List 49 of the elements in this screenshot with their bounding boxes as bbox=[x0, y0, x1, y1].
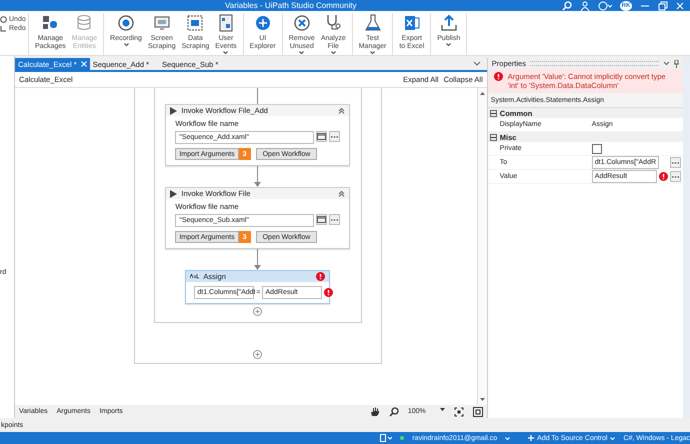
chevron-down-icon bbox=[610, 436, 616, 440]
chevron-down-icon bbox=[223, 51, 228, 54]
online-status-dot bbox=[400, 436, 404, 440]
scroll-up-icon[interactable] bbox=[480, 92, 485, 95]
hand-icon[interactable] bbox=[370, 406, 380, 416]
collapse-icon[interactable] bbox=[490, 110, 497, 116]
vertical-scrollbar[interactable] bbox=[476, 88, 487, 405]
close-icon[interactable] bbox=[676, 0, 684, 10]
connector-arrow bbox=[254, 166, 262, 187]
scroll-down-icon[interactable] bbox=[480, 398, 485, 401]
plus-icon bbox=[528, 435, 534, 441]
record-icon bbox=[116, 13, 136, 33]
chevron-down-icon bbox=[330, 51, 336, 54]
fit-screen-icon[interactable] bbox=[454, 406, 464, 416]
add-activity-icon[interactable] bbox=[253, 307, 262, 316]
close-icon[interactable] bbox=[80, 61, 87, 67]
folder-button[interactable] bbox=[316, 214, 328, 225]
browse-button[interactable] bbox=[329, 131, 340, 142]
chevron-down-icon[interactable] bbox=[663, 61, 670, 66]
chevron-down-icon bbox=[124, 43, 128, 46]
browse-button[interactable] bbox=[670, 157, 682, 168]
collapse-icon[interactable] bbox=[490, 134, 497, 140]
folder-button[interactable] bbox=[316, 131, 328, 142]
error-icon bbox=[494, 72, 503, 81]
play-icon bbox=[170, 106, 178, 114]
browse-button[interactable] bbox=[329, 214, 340, 225]
restore-icon[interactable] bbox=[658, 0, 668, 10]
private-checkbox[interactable] bbox=[592, 144, 602, 154]
collapse-icon[interactable] bbox=[338, 190, 346, 197]
pin-icon[interactable] bbox=[674, 60, 680, 68]
search-icon[interactable] bbox=[388, 406, 399, 416]
upload-icon bbox=[438, 13, 459, 33]
dropdown-arrow-icon bbox=[440, 408, 445, 411]
table-icon bbox=[185, 13, 206, 33]
window-title: Variables - UiPath Studio Community bbox=[225, 1, 356, 10]
browse-button[interactable] bbox=[670, 171, 682, 182]
assign-icon bbox=[190, 274, 200, 279]
connector-arrow bbox=[254, 249, 262, 270]
chevron-down-icon bbox=[370, 51, 376, 54]
collapse-icon[interactable] bbox=[338, 107, 346, 114]
chevron-down-icon[interactable] bbox=[472, 61, 481, 67]
chevron-down-icon bbox=[446, 43, 452, 46]
flask-icon bbox=[362, 13, 383, 33]
person-icon[interactable] bbox=[580, 0, 590, 10]
overview-icon[interactable] bbox=[472, 406, 483, 416]
add-activity-icon[interactable] bbox=[253, 350, 262, 359]
chevron-down-icon bbox=[299, 51, 304, 54]
remove-icon bbox=[292, 13, 312, 33]
play-icon bbox=[170, 190, 178, 198]
